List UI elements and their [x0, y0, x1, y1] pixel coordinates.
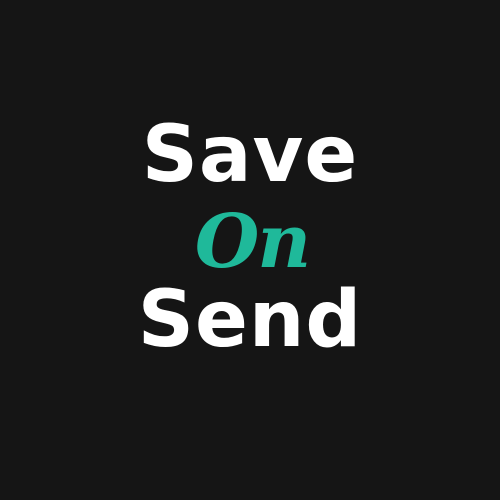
logo-word-on: On	[194, 199, 311, 285]
logo-word-send: Send	[137, 275, 363, 365]
logo-word-save: Save	[141, 110, 359, 200]
logo-canvas: Save On Send	[0, 0, 500, 500]
save-on-send-logo: Save On Send	[0, 0, 500, 500]
